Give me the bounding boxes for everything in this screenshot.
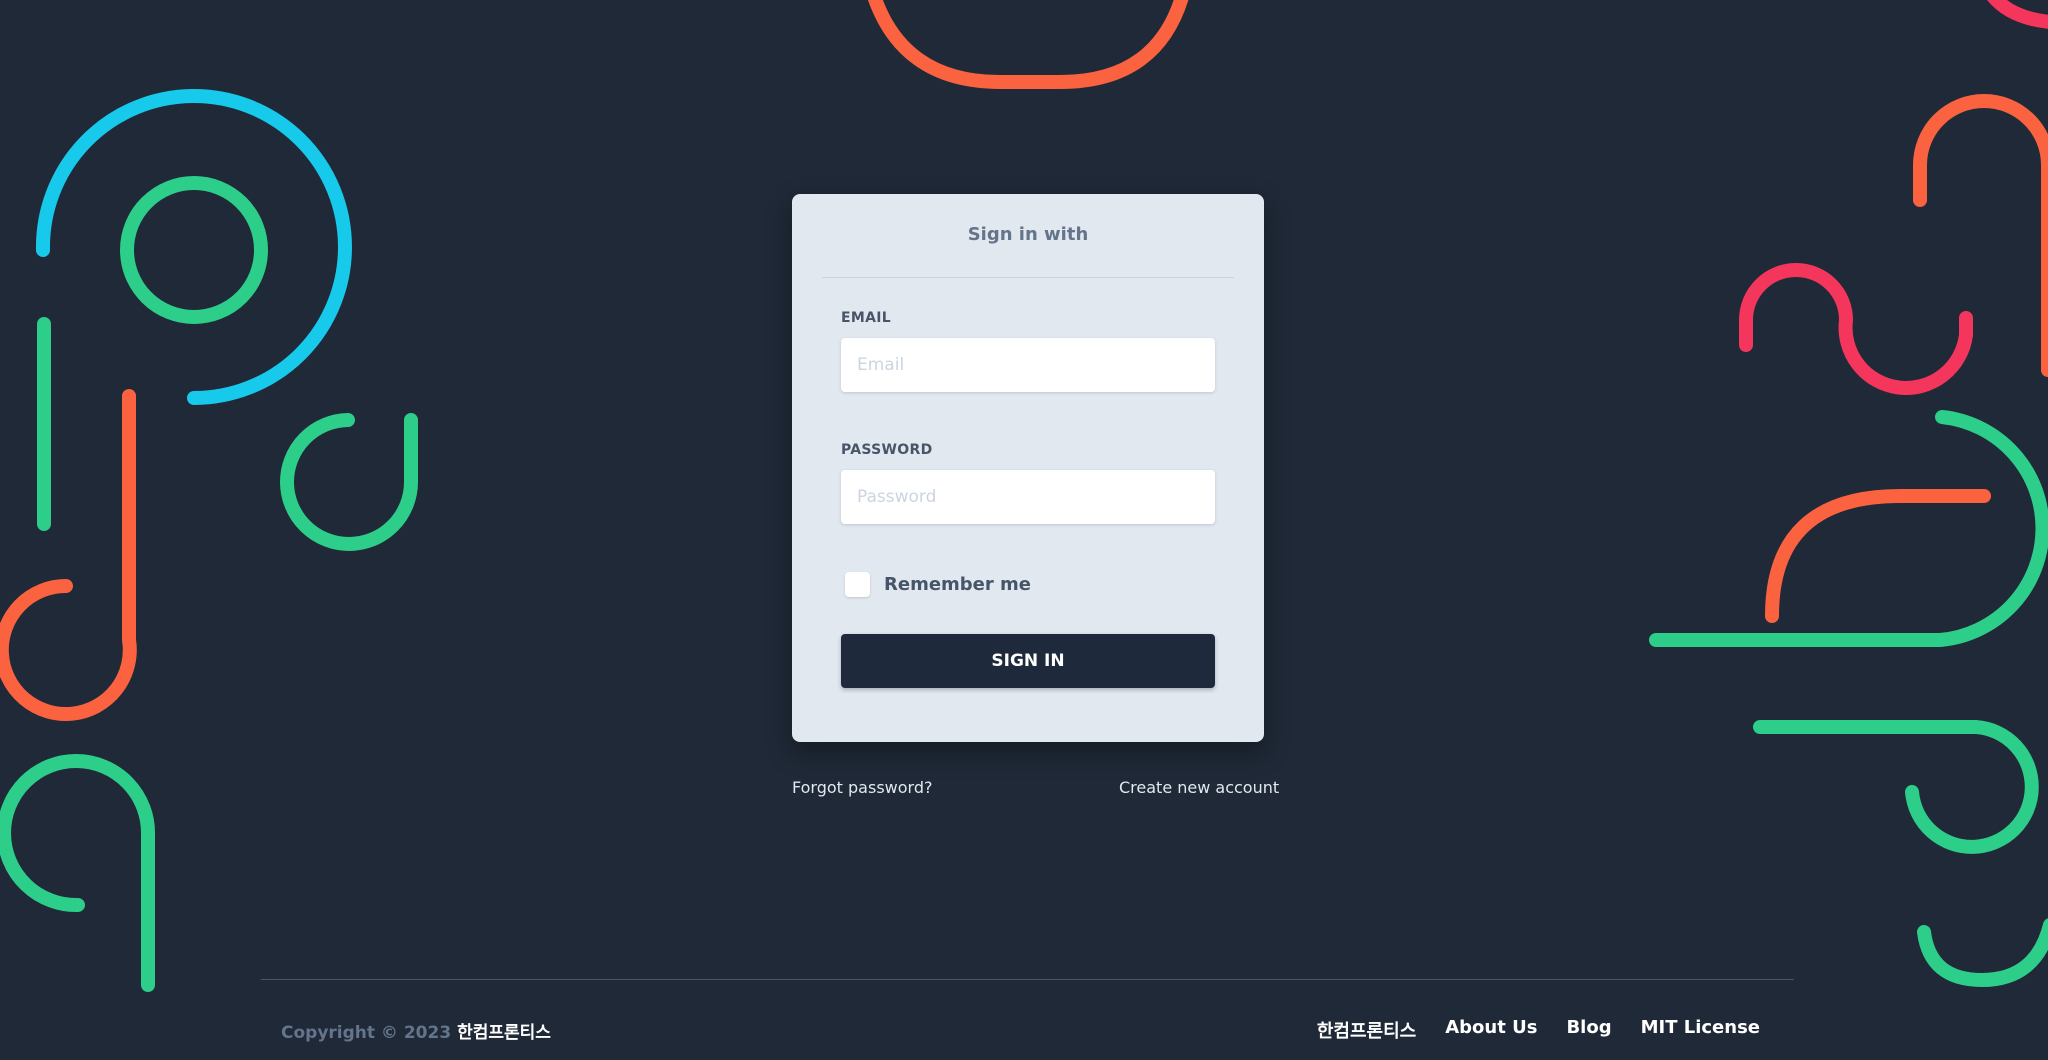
footer-divider xyxy=(261,979,1794,980)
remember-me-checkbox[interactable] xyxy=(845,572,870,597)
email-label: EMAIL xyxy=(841,310,891,326)
footer-link-about[interactable]: About Us xyxy=(1445,1017,1537,1043)
footer-link-blog[interactable]: Blog xyxy=(1566,1017,1611,1043)
create-account-link[interactable]: Create new account xyxy=(1119,778,1279,797)
orange-j-left xyxy=(0,389,137,721)
footer-nav: 한컴프론티스 About Us Blog MIT License xyxy=(1317,1017,1760,1043)
password-field[interactable] xyxy=(841,470,1215,524)
sign-in-heading: Sign in with xyxy=(967,224,1089,245)
green-hook-bottom-left xyxy=(0,754,156,992)
orange-arc-top xyxy=(868,0,1189,89)
pink-s-right xyxy=(1739,263,1973,395)
copyright: Copyright © 2023 한컴프론티스 xyxy=(281,1018,551,1043)
email-field[interactable] xyxy=(841,338,1215,392)
footer-link-license[interactable]: MIT License xyxy=(1641,1017,1760,1043)
green-hook-left xyxy=(280,413,418,551)
orange-arc-right xyxy=(1765,489,1991,623)
password-label: PASSWORD xyxy=(841,442,933,458)
footer-link-company[interactable]: 한컴프론티스 xyxy=(1317,1017,1416,1043)
pink-arc-top-right xyxy=(1987,0,2048,29)
green-hook-right-lower xyxy=(1753,720,2039,854)
copyright-prefix: Copyright © 2023 xyxy=(281,1023,452,1043)
login-card: Sign in with EMAIL PASSWORD Remember me … xyxy=(792,194,1264,742)
green-hook-right xyxy=(1649,410,2048,647)
green-circle-left xyxy=(120,176,268,324)
orange-arch-right xyxy=(1913,94,2048,377)
remember-me-label: Remember me xyxy=(884,574,1031,595)
card-divider xyxy=(822,277,1234,278)
green-arc-bottom-right xyxy=(1917,918,2048,988)
remember-me-row[interactable]: Remember me xyxy=(845,572,1031,597)
copyright-brand: 한컴프론티스 xyxy=(457,1023,551,1043)
forgot-password-link[interactable]: Forgot password? xyxy=(792,778,932,797)
sign-in-button[interactable]: SIGN IN xyxy=(841,634,1215,688)
cyan-arc-left xyxy=(35,89,352,405)
